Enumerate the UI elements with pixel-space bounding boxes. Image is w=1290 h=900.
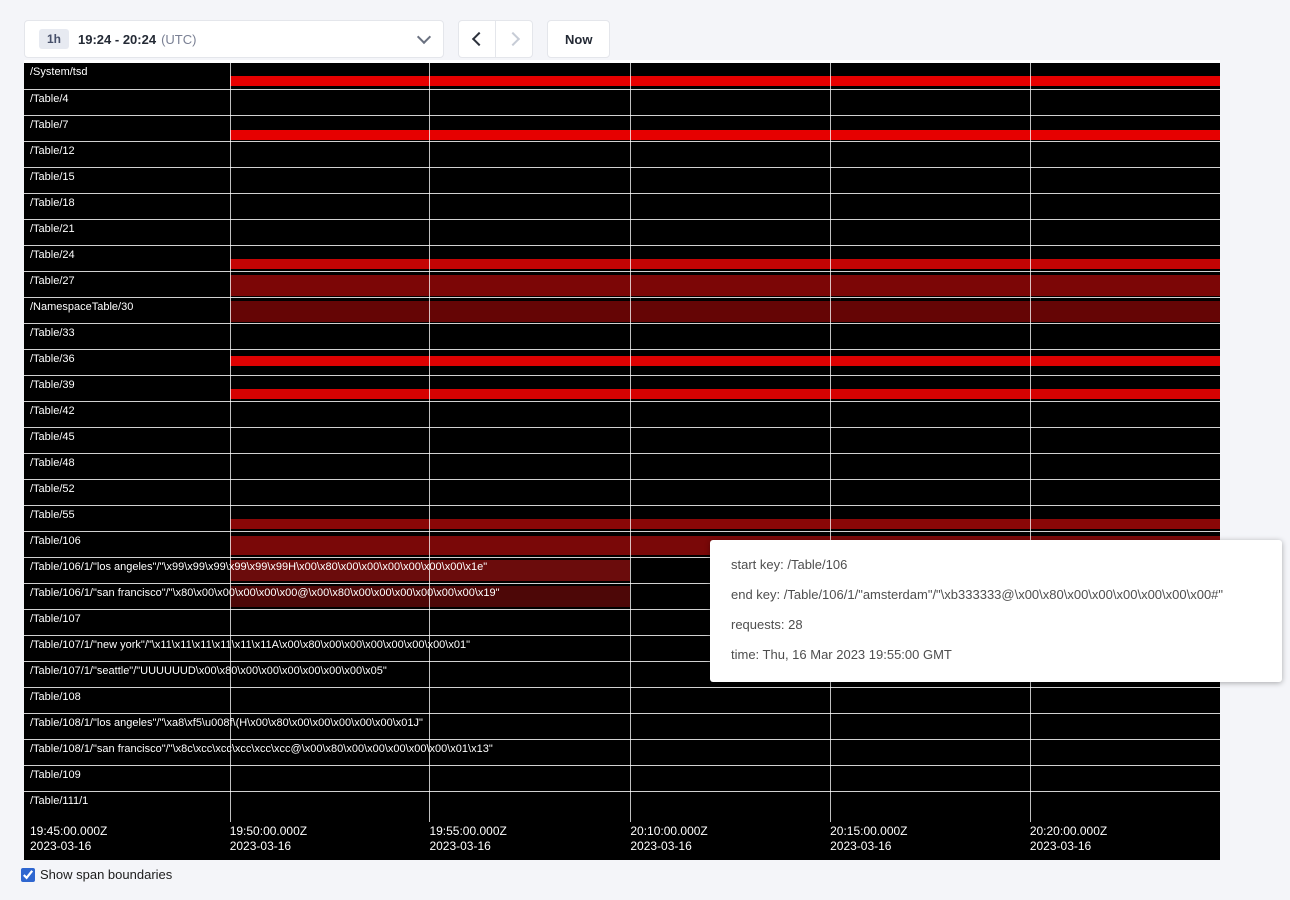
row-label: /Table/27: [30, 275, 75, 287]
row-label: /Table/33: [30, 327, 75, 339]
key-span-row[interactable]: /System/tsd: [24, 63, 1220, 89]
heatmap-band[interactable]: [230, 275, 1220, 296]
key-span-row[interactable]: /Table/4: [24, 89, 1220, 115]
now-button[interactable]: Now: [547, 20, 610, 58]
key-span-row[interactable]: /Table/18: [24, 193, 1220, 219]
row-label: /Table/107/1/"seattle"/"UUUUUUD\x00\x80\…: [30, 665, 387, 677]
span-boundaries-checkbox[interactable]: [21, 868, 35, 882]
row-label: /Table/106/1/"los angeles"/"\x99\x99\x99…: [30, 561, 487, 573]
heatmap-band[interactable]: [230, 259, 1220, 269]
key-span-row[interactable]: /Table/108/1/"los angeles"/"\xa8\xf5\u00…: [24, 713, 1220, 739]
row-label: /Table/39: [30, 379, 75, 391]
key-span-row[interactable]: /Table/33: [24, 323, 1220, 349]
key-span-row[interactable]: /Table/108: [24, 687, 1220, 713]
row-label: /Table/24: [30, 249, 75, 261]
tooltip-time: time: Thu, 16 Mar 2023 19:55:00 GMT: [731, 647, 1261, 662]
show-span-boundaries-control: Show span boundaries: [21, 867, 172, 882]
time-window-badge: 1h: [39, 29, 69, 49]
heatmap-band[interactable]: [230, 519, 1220, 529]
time-nav-group: [458, 20, 533, 58]
chevron-left-icon: [471, 32, 485, 46]
tooltip-requests: requests: 28: [731, 617, 1261, 632]
heatmap-band[interactable]: [230, 301, 1220, 322]
tooltip-end-key: end key: /Table/106/1/"amsterdam"/"\xb33…: [731, 587, 1261, 602]
row-label: /Table/52: [30, 483, 75, 495]
key-span-row[interactable]: /Table/7: [24, 115, 1220, 141]
key-span-row[interactable]: /Table/39: [24, 375, 1220, 401]
span-tooltip: start key: /Table/106 end key: /Table/10…: [710, 540, 1282, 682]
row-label: /NamespaceTable/30: [30, 301, 133, 313]
x-axis-tick: 20:15:00.000Z2023-03-16: [830, 824, 907, 854]
key-visualizer-canvas[interactable]: /System/tsd/Table/4/Table/7/Table/12/Tab…: [24, 60, 1220, 860]
x-axis: 19:45:00.000Z2023-03-16 19:50:00.000Z2023…: [24, 822, 1220, 860]
key-span-row[interactable]: /Table/36: [24, 349, 1220, 375]
heatmap-band[interactable]: [230, 356, 1220, 366]
row-label: /Table/4: [30, 93, 69, 105]
x-axis-tick: 19:50:00.000Z2023-03-16: [230, 824, 307, 854]
heatmap-rows: /System/tsd/Table/4/Table/7/Table/12/Tab…: [24, 63, 1220, 817]
row-label: /Table/108: [30, 691, 81, 703]
x-axis-tick: 20:10:00.000Z2023-03-16: [630, 824, 707, 854]
row-label: /Table/55: [30, 509, 75, 521]
x-axis-tick: 20:20:00.000Z2023-03-16: [1030, 824, 1107, 854]
key-span-row[interactable]: /Table/42: [24, 401, 1220, 427]
key-visualizer-page: 1h 19:24 - 20:24 (UTC) Now /System/tsd/T…: [0, 0, 1290, 900]
row-label: /Table/45: [30, 431, 75, 443]
row-label: /Table/36: [30, 353, 75, 365]
x-axis-tick: 19:45:00.000Z2023-03-16: [30, 824, 107, 854]
heatmap-band[interactable]: [230, 389, 1220, 399]
x-axis-tick: 19:55:00.000Z2023-03-16: [429, 824, 506, 854]
row-label: /Table/18: [30, 197, 75, 209]
key-span-row[interactable]: /Table/55: [24, 505, 1220, 531]
key-span-row[interactable]: /Table/108/1/"san francisco"/"\x8c\xcc\x…: [24, 739, 1220, 765]
next-time-button[interactable]: [495, 20, 533, 58]
row-label: /Table/108/1/"los angeles"/"\xa8\xf5\u00…: [30, 717, 423, 729]
key-span-row[interactable]: /NamespaceTable/30: [24, 297, 1220, 323]
timezone-label: (UTC): [161, 32, 196, 47]
key-span-row[interactable]: /Table/24: [24, 245, 1220, 271]
heatmap-band[interactable]: [230, 130, 1220, 140]
span-boundaries-label: Show span boundaries: [40, 867, 172, 882]
chevron-right-icon: [505, 32, 519, 46]
heatmap-band[interactable]: [230, 76, 1220, 86]
toolbar: 1h 19:24 - 20:24 (UTC) Now: [24, 20, 610, 58]
row-label: /Table/107/1/"new york"/"\x11\x11\x11\x1…: [30, 639, 470, 651]
row-label: /Table/15: [30, 171, 75, 183]
key-span-row[interactable]: /Table/15: [24, 167, 1220, 193]
row-label: /Table/42: [30, 405, 75, 417]
row-label: /Table/48: [30, 457, 75, 469]
key-span-row[interactable]: /Table/111/1: [24, 791, 1220, 817]
row-label: /System/tsd: [30, 66, 87, 78]
key-span-row[interactable]: /Table/52: [24, 479, 1220, 505]
row-label: /Table/109: [30, 769, 81, 781]
prev-time-button[interactable]: [458, 20, 496, 58]
chevron-down-icon: [417, 30, 431, 44]
key-span-row[interactable]: /Table/109: [24, 765, 1220, 791]
key-span-row[interactable]: /Table/27: [24, 271, 1220, 297]
key-span-row[interactable]: /Table/48: [24, 453, 1220, 479]
row-label: /Table/106: [30, 535, 81, 547]
row-label: /Table/107: [30, 613, 81, 625]
key-span-row[interactable]: /Table/12: [24, 141, 1220, 167]
row-label: /Table/106/1/"san francisco"/"\x80\x00\x…: [30, 587, 500, 599]
key-span-row[interactable]: /Table/21: [24, 219, 1220, 245]
time-range-label: 19:24 - 20:24: [78, 32, 156, 47]
row-label: /Table/111/1: [30, 795, 88, 807]
row-label: /Table/7: [30, 119, 69, 131]
row-label: /Table/21: [30, 223, 75, 235]
time-range-selector[interactable]: 1h 19:24 - 20:24 (UTC): [24, 20, 444, 58]
key-span-row[interactable]: /Table/45: [24, 427, 1220, 453]
row-label: /Table/108/1/"san francisco"/"\x8c\xcc\x…: [30, 743, 493, 755]
row-label: /Table/12: [30, 145, 75, 157]
tooltip-start-key: start key: /Table/106: [731, 557, 1261, 572]
